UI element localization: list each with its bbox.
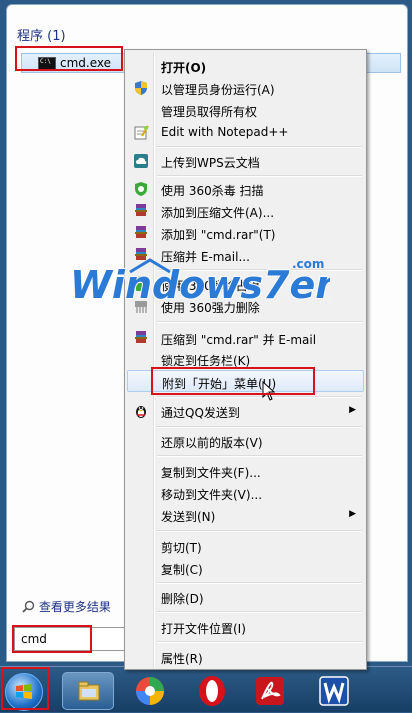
menu-item-send-via-qq[interactable]: 通过QQ发送到 ▶ [127, 400, 364, 422]
menu-item-copy-to-folder[interactable]: 复制到文件夹(F)... [127, 460, 364, 482]
menu-item-notepadpp[interactable]: Edit with Notepad++ [127, 121, 364, 143]
winrar-icon [135, 248, 147, 260]
menu-item-label: 属性(R) [161, 652, 203, 666]
menu-item-label: 还原以前的版本(V) [161, 436, 263, 450]
menu-item-label: 锁定到任务栏(K) [161, 354, 251, 368]
menu-item-label: 以管理员身份运行(A) [161, 83, 275, 97]
menu-item-label: Edit with Notepad++ [161, 125, 289, 139]
menu-separator [157, 175, 362, 177]
menu-item-cut[interactable]: 剪切(T) [127, 535, 364, 557]
menu-item-label: 移动到文件夹(V)... [161, 488, 263, 502]
menu-item-copy[interactable]: 复制(C) [127, 557, 364, 579]
qq-penguin-icon [136, 406, 146, 418]
menu-item-compress-email[interactable]: 压缩并 E-mail... [127, 244, 364, 266]
menu-item-label: 通过QQ发送到 [161, 406, 240, 420]
menu-separator [157, 530, 362, 532]
menu-item-label: 上传到WPS云文档 [161, 156, 260, 170]
taskbar-explorer-button[interactable] [62, 672, 114, 710]
360-shield-icon [135, 182, 147, 196]
mouse-cursor-icon [262, 381, 276, 401]
menu-item-label: 压缩并 E-mail... [161, 250, 250, 264]
taskbar-wps-writer-button[interactable] [310, 672, 362, 710]
360-unlock-icon [136, 276, 146, 291]
360-shred-icon [135, 301, 147, 313]
menu-separator [157, 582, 362, 584]
menu-separator [157, 269, 362, 271]
wps-cloud-icon [134, 154, 148, 168]
see-more-results-link[interactable]: 查看更多结果 [22, 598, 111, 615]
winrar-icon [135, 204, 147, 216]
menu-item-compress-cmd-email[interactable]: 压缩到 "cmd.rar" 并 E-mail [127, 327, 364, 349]
menu-item-pin-taskbar[interactable]: 锁定到任务栏(K) [127, 348, 364, 370]
menu-item-label: 压缩到 "cmd.rar" 并 E-mail [161, 333, 317, 347]
taskbar-acrobat-button[interactable] [246, 672, 298, 710]
menu-separator [157, 641, 362, 643]
search-icon [22, 600, 35, 613]
menu-item-label: 复制到文件夹(F)... [161, 466, 261, 480]
menu-item-open[interactable]: 打开(O) [127, 55, 364, 77]
submenu-arrow-icon: ▶ [349, 509, 356, 519]
menu-separator [157, 321, 362, 323]
windows-start-button[interactable] [5, 673, 43, 711]
menu-item-delete[interactable]: 删除(D) [127, 586, 364, 608]
menu-item-label: 管理员取得所有权 [161, 105, 258, 119]
menu-item-add-archive[interactable]: 添加到压缩文件(A)... [127, 200, 364, 222]
menu-item-open-location[interactable]: 打开文件位置(I) [127, 616, 364, 638]
taskbar-360-browser-button[interactable] [126, 672, 178, 710]
menu-separator [157, 146, 362, 148]
menu-item-label: 打开(O) [161, 61, 207, 75]
cmd-icon [38, 57, 56, 71]
menu-item-label: 使用 360强力删除 [161, 301, 260, 315]
winrar-icon [135, 331, 147, 343]
menu-item-restore-versions[interactable]: 还原以前的版本(V) [127, 430, 364, 452]
menu-item-pin-start-menu[interactable]: 附到「开始」菜单(U) [127, 370, 364, 392]
menu-item-label: 打开文件位置(I) [161, 622, 246, 636]
menu-separator [157, 396, 362, 398]
menu-item-label: 使用 360解除占用 [161, 279, 260, 293]
program-item-label: cmd.exe [60, 56, 112, 70]
taskbar-opera-button[interactable] [186, 672, 238, 710]
menu-item-wps-upload[interactable]: 上传到WPS云文档 [127, 150, 364, 172]
notepadpp-icon [134, 125, 149, 140]
menu-item-label: 使用 360杀毒 扫描 [161, 184, 264, 198]
menu-separator [157, 611, 362, 613]
menu-item-360-unlock[interactable]: 使用 360解除占用 [127, 273, 364, 295]
acrobat-icon [256, 677, 284, 705]
menu-separator [157, 455, 362, 457]
menu-item-label: 复制(C) [161, 563, 203, 577]
menu-item-move-to-folder[interactable]: 移动到文件夹(V)... [127, 482, 364, 504]
menu-item-label: 添加到 "cmd.rar"(T) [161, 228, 276, 242]
menu-separator [157, 426, 362, 428]
start-search-input[interactable] [14, 627, 126, 651]
menu-item-label: 添加到压缩文件(A)... [161, 206, 275, 220]
menu-item-send-to[interactable]: 发送到(N) ▶ [127, 504, 364, 526]
programs-section-title: 程序 (1) [17, 29, 66, 44]
menu-item-label: 附到「开始」菜单(U) [162, 377, 277, 391]
winrar-icon [135, 226, 147, 238]
menu-item-label: 发送到(N) [161, 510, 216, 524]
submenu-arrow-icon: ▶ [349, 405, 356, 415]
menu-item-add-cmd-rar[interactable]: 添加到 "cmd.rar"(T) [127, 222, 364, 244]
menu-item-take-ownership[interactable]: 管理员取得所有权 [127, 99, 364, 121]
opera-icon [199, 676, 225, 706]
menu-item-run-as-admin[interactable]: 以管理员身份运行(A) [127, 77, 364, 99]
uac-shield-icon [135, 81, 147, 95]
context-menu: 打开(O) 以管理员身份运行(A) 管理员取得所有权 Edit with Not… [124, 49, 367, 670]
menu-item-label: 删除(D) [161, 592, 204, 606]
wps-writer-icon [319, 676, 349, 706]
menu-item-360-shred[interactable]: 使用 360强力删除 [127, 295, 364, 317]
360-browser-icon [136, 677, 164, 705]
windows-logo-icon [16, 684, 32, 699]
menu-item-360-scan[interactable]: 使用 360杀毒 扫描 [127, 178, 364, 200]
menu-item-properties[interactable]: 属性(R) [127, 646, 364, 668]
menu-item-label: 剪切(T) [161, 541, 202, 555]
see-more-results-label: 查看更多结果 [38, 600, 111, 614]
explorer-icon [78, 681, 100, 701]
